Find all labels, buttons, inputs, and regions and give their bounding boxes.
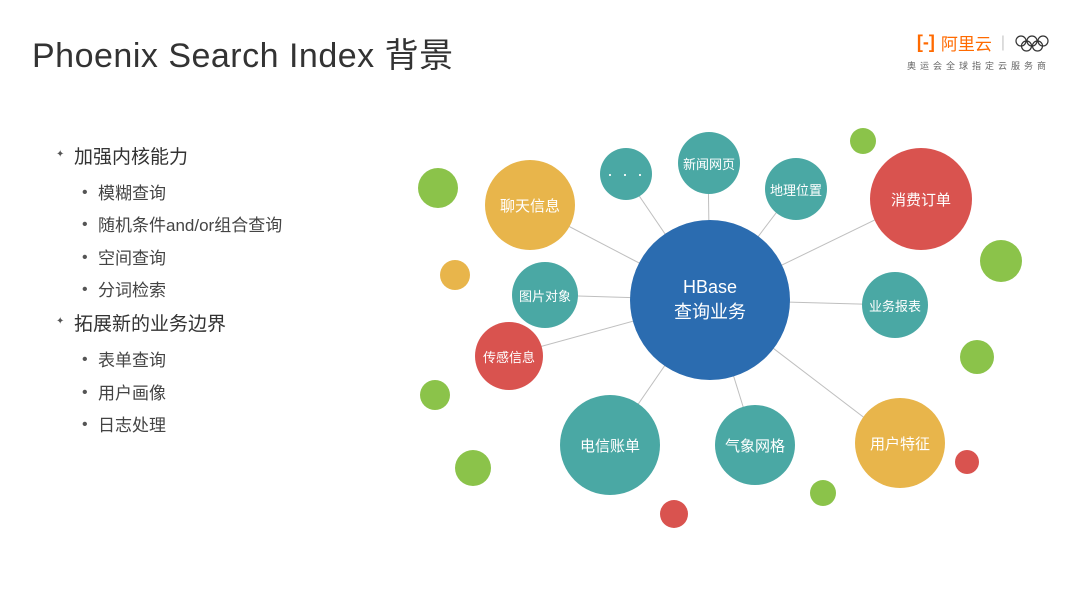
node-center: HBase 查询业务	[630, 220, 790, 380]
olympic-rings-icon	[1014, 34, 1050, 52]
node-label: 业务报表	[869, 296, 921, 315]
bullet-item: 模糊查询	[56, 178, 282, 210]
page-title: Phoenix Search Index 背景	[32, 28, 454, 77]
node-label: 地理位置	[770, 180, 822, 199]
deco-dot	[955, 450, 979, 474]
deco-dot	[960, 340, 994, 374]
node-weather: 气象网格	[715, 405, 795, 485]
node-label: 电信账单	[580, 435, 640, 456]
deco-dot	[660, 500, 688, 528]
node-chat: 聊天信息	[485, 160, 575, 250]
deco-dot	[980, 240, 1022, 282]
node-user: 用户特征	[855, 398, 945, 488]
bullet-group-1: 加强内核能力	[56, 140, 282, 176]
logo-brand-text: 阿里云	[941, 30, 992, 55]
node-dots: · · ·	[600, 148, 652, 200]
deco-dot	[440, 260, 470, 290]
node-report: 业务报表	[862, 272, 928, 338]
bullet-item: 空间查询	[56, 243, 282, 275]
node-image: 图片对象	[512, 262, 578, 328]
node-label: 传感信息	[483, 347, 535, 366]
bullet-outline: 加强内核能力 模糊查询 随机条件and/or组合查询 空间查询 分词检索 拓展新…	[56, 140, 282, 442]
node-label: 图片对象	[519, 286, 571, 305]
node-news: 新闻网页	[678, 132, 740, 194]
bullet-item: 用户画像	[56, 378, 282, 410]
deco-dot	[810, 480, 836, 506]
deco-dot	[455, 450, 491, 486]
brand-logo: [-] 阿里云 | 奥运会全球指定云服务商	[907, 30, 1050, 72]
node-sensor: 传感信息	[475, 322, 543, 390]
node-label: 气象网格	[725, 435, 785, 456]
deco-dot	[850, 128, 876, 154]
bullet-item: 分词检索	[56, 275, 282, 307]
bubble-diagram: HBase 查询业务 聊天信息 · · · 新闻网页 地理位置 消费订单 图片对…	[400, 100, 1060, 600]
bullet-group-2: 拓展新的业务边界	[56, 307, 282, 343]
node-telecom: 电信账单	[560, 395, 660, 495]
deco-dot	[418, 168, 458, 208]
logo-tagline: 奥运会全球指定云服务商	[907, 59, 1050, 72]
logo-bracket-icon: [-]	[917, 32, 935, 53]
node-label: 消费订单	[891, 189, 951, 210]
node-label: 用户特征	[870, 433, 930, 454]
node-label: 新闻网页	[683, 154, 735, 173]
node-center-label: HBase 查询业务	[674, 275, 746, 325]
node-order: 消费订单	[870, 148, 972, 250]
node-label: 聊天信息	[500, 195, 560, 216]
logo-divider: |	[1001, 34, 1005, 52]
deco-dot	[420, 380, 450, 410]
bullet-item: 日志处理	[56, 410, 282, 442]
bullet-item: 表单查询	[56, 345, 282, 377]
node-label: · · ·	[607, 164, 645, 185]
node-geo: 地理位置	[765, 158, 827, 220]
bullet-item: 随机条件and/or组合查询	[56, 210, 282, 242]
